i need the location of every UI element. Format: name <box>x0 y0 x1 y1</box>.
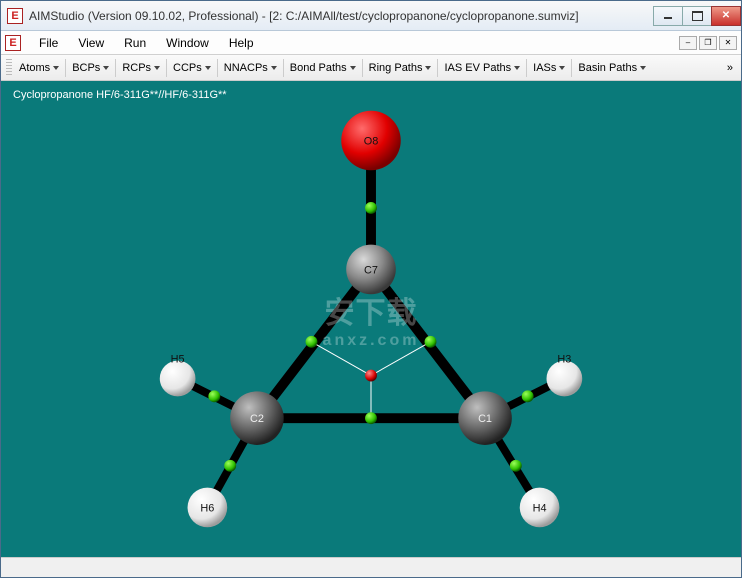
toolbar-sep <box>115 59 116 77</box>
toolbar-sep <box>526 59 527 77</box>
chevron-down-icon <box>53 66 59 70</box>
close-button[interactable] <box>711 6 741 26</box>
chevron-down-icon <box>154 66 160 70</box>
app-logo-icon: E <box>7 8 23 24</box>
tool-ccps[interactable]: CCPs <box>169 59 215 77</box>
statusbar <box>1 557 741 577</box>
tool-label: Bond Paths <box>290 62 347 74</box>
bond-paths <box>178 141 565 508</box>
toolbar-sep <box>166 59 167 77</box>
molecule-viewer[interactable]: Cyclopropanone HF/6-311G**//HF/6-311G** <box>1 81 741 557</box>
tool-atoms[interactable]: Atoms <box>15 59 63 77</box>
atom-h3: H3 <box>547 354 583 397</box>
tool-bcps[interactable]: BCPs <box>68 59 113 77</box>
toolbar-sep <box>362 59 363 77</box>
tool-label: IASs <box>533 62 556 74</box>
atom-h5: H5 <box>160 354 196 397</box>
toolbar: Atoms BCPs RCPs CCPs NNACPs Bond Paths R… <box>1 55 741 81</box>
chevron-down-icon <box>103 66 109 70</box>
mdi-close-button[interactable]: ✕ <box>719 36 737 50</box>
tool-label: RCPs <box>122 62 151 74</box>
mdi-restore-button[interactable]: ❐ <box>699 36 717 50</box>
toolbar-sep <box>283 59 284 77</box>
svg-text:C7: C7 <box>364 264 378 276</box>
tool-label: CCPs <box>173 62 202 74</box>
svg-text:H5: H5 <box>171 354 185 366</box>
app-window: E AIMStudio (Version 09.10.02, Professio… <box>0 0 742 578</box>
atom-o8: O8 <box>341 111 401 171</box>
tool-label: NNACPs <box>224 62 268 74</box>
tool-ringpaths[interactable]: Ring Paths <box>365 59 436 77</box>
chevron-down-icon <box>559 66 565 70</box>
tool-label: Atoms <box>19 62 50 74</box>
minimize-button[interactable] <box>653 6 683 26</box>
chevron-down-icon <box>514 66 520 70</box>
chevron-down-icon <box>205 66 211 70</box>
atom-c7: C7 <box>346 245 396 295</box>
window-title: AIMStudio (Version 09.10.02, Professiona… <box>29 9 654 23</box>
toolbar-overflow[interactable]: » <box>721 60 739 76</box>
svg-text:H6: H6 <box>200 502 214 514</box>
toolbar-sep <box>437 59 438 77</box>
tool-iasev[interactable]: IAS EV Paths <box>440 59 524 77</box>
menubar: E File View Run Window Help – ❐ ✕ <box>1 31 741 55</box>
tool-iass[interactable]: IASs <box>529 59 569 77</box>
tool-label: Basin Paths <box>578 62 637 74</box>
tool-label: BCPs <box>72 62 100 74</box>
svg-text:C2: C2 <box>250 413 264 425</box>
menu-help[interactable]: Help <box>219 33 264 53</box>
molecule-canvas[interactable]: O8 C7 C2 C1 H5 H6 <box>1 81 741 557</box>
toolbar-grip[interactable] <box>6 59 12 77</box>
tool-label: Ring Paths <box>369 62 423 74</box>
menu-file[interactable]: File <box>29 33 68 53</box>
toolbar-sep <box>217 59 218 77</box>
chevron-down-icon <box>425 66 431 70</box>
window-controls <box>654 6 741 26</box>
chevron-down-icon <box>350 66 356 70</box>
svg-text:H3: H3 <box>557 354 571 366</box>
doc-logo-icon: E <box>5 35 21 51</box>
atom-c2: C2 <box>230 391 284 445</box>
chevron-down-icon <box>640 66 646 70</box>
mdi-minimize-button[interactable]: – <box>679 36 697 50</box>
tool-basinpaths[interactable]: Basin Paths <box>574 59 650 77</box>
atom-c1: C1 <box>458 391 512 445</box>
maximize-button[interactable] <box>682 6 712 26</box>
tool-nnacps[interactable]: NNACPs <box>220 59 281 77</box>
viewer-caption: Cyclopropanone HF/6-311G**//HF/6-311G** <box>13 89 227 101</box>
atom-h4: H4 <box>520 488 560 528</box>
rcp-point <box>365 370 377 382</box>
svg-text:H4: H4 <box>533 502 547 514</box>
svg-text:O8: O8 <box>364 135 379 147</box>
toolbar-sep <box>65 59 66 77</box>
tool-rcps[interactable]: RCPs <box>118 59 164 77</box>
svg-text:C1: C1 <box>478 413 492 425</box>
titlebar[interactable]: E AIMStudio (Version 09.10.02, Professio… <box>1 1 741 31</box>
tool-label: IAS EV Paths <box>444 62 511 74</box>
menu-window[interactable]: Window <box>156 33 219 53</box>
chevron-down-icon <box>271 66 277 70</box>
menu-view[interactable]: View <box>68 33 114 53</box>
atom-h6: H6 <box>188 488 228 528</box>
toolbar-sep <box>571 59 572 77</box>
tool-bondpaths[interactable]: Bond Paths <box>286 59 360 77</box>
menu-run[interactable]: Run <box>114 33 156 53</box>
